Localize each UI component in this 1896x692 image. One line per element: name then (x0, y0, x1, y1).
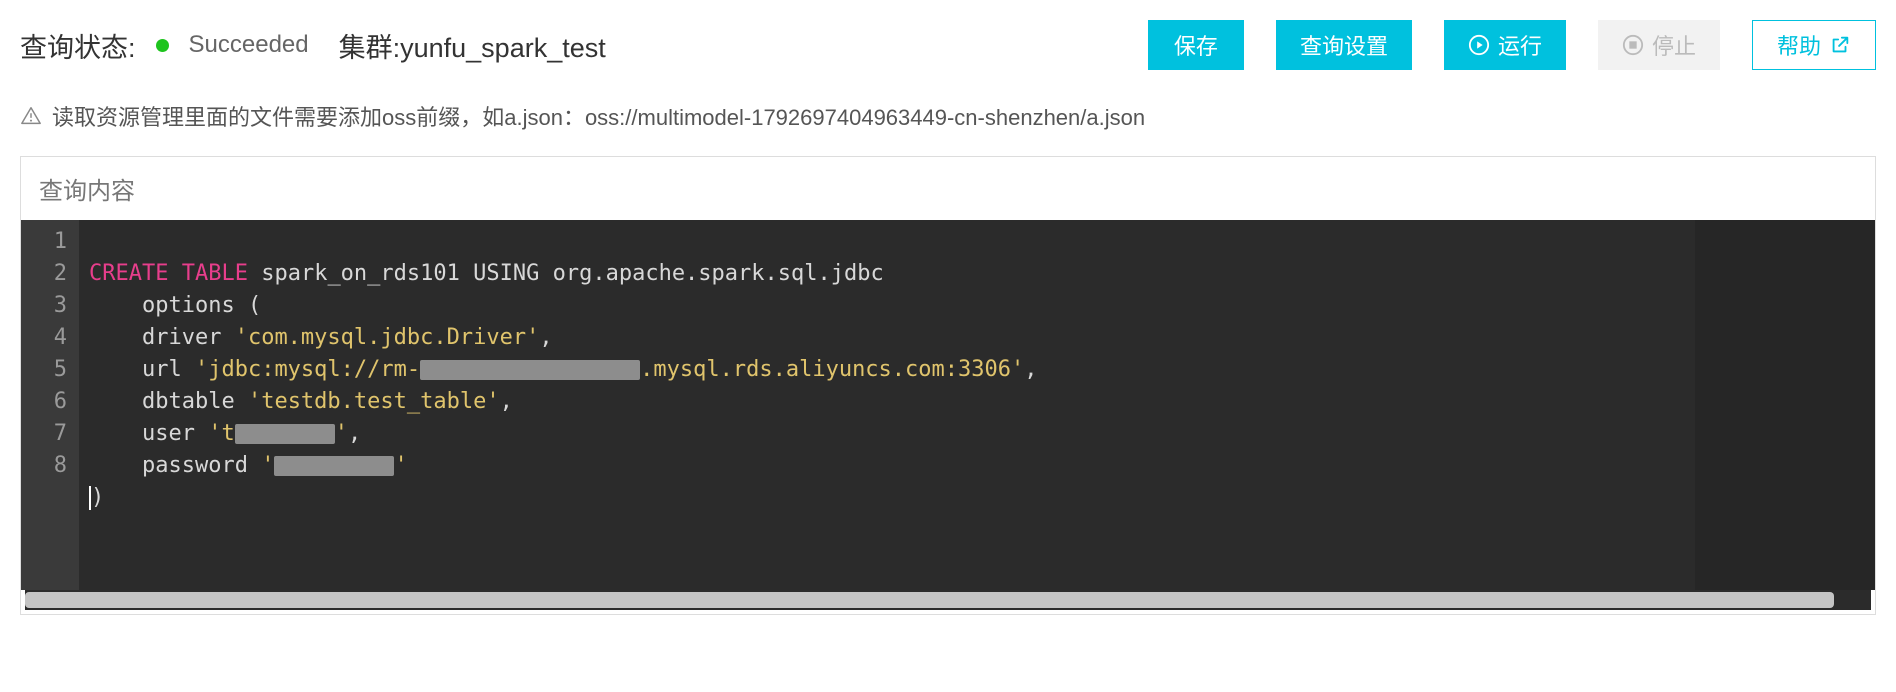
code-line: ) (89, 482, 1685, 514)
code-content[interactable]: CREATE TABLE spark_on_rds101 USING org.a… (79, 220, 1695, 590)
editor-title: 查询内容 (21, 157, 1875, 220)
stop-circle-icon (1622, 34, 1644, 56)
line-number: 4 (37, 322, 67, 354)
external-link-icon (1829, 34, 1851, 56)
line-number: 6 (37, 386, 67, 418)
run-button[interactable]: 运行 (1444, 20, 1566, 70)
cluster-label: 集群:yunfu_spark_test (339, 26, 606, 65)
code-line: options ( (89, 290, 1685, 322)
scrollbar-thumb[interactable] (25, 592, 1834, 608)
code-line: password '' (89, 450, 1685, 482)
status-label: 查询状态: (20, 26, 136, 65)
query-settings-button[interactable]: 查询设置 (1276, 20, 1412, 70)
line-number: 3 (37, 290, 67, 322)
notice-bar: 读取资源管理里面的文件需要添加oss前缀，如a.json：oss://multi… (0, 90, 1896, 156)
run-button-label: 运行 (1498, 29, 1542, 61)
help-button[interactable]: 帮助 (1752, 20, 1876, 70)
editor-panel: 查询内容 1 2 3 4 5 6 7 8 CREATE TABLE spark_… (20, 156, 1876, 615)
stop-button-label: 停止 (1652, 29, 1696, 61)
code-line: user 't', (89, 418, 1685, 450)
redacted-icon (420, 360, 640, 380)
line-number: 7 (37, 418, 67, 450)
horizontal-scrollbar[interactable] (25, 590, 1871, 610)
line-number: 8 (37, 450, 67, 482)
save-button[interactable]: 保存 (1148, 20, 1244, 70)
line-number: 5 (37, 354, 67, 386)
redacted-icon (274, 456, 394, 476)
code-line: dbtable 'testdb.test_table', (89, 386, 1685, 418)
stop-button: 停止 (1598, 20, 1720, 70)
code-line: CREATE TABLE spark_on_rds101 USING org.a… (89, 258, 1685, 290)
line-number: 2 (37, 258, 67, 290)
status-dot-icon (156, 39, 169, 52)
redacted-icon (235, 424, 335, 444)
code-line: driver 'com.mysql.jdbc.Driver', (89, 322, 1685, 354)
notice-text: 读取资源管理里面的文件需要添加oss前缀，如a.json：oss://multi… (52, 100, 1145, 132)
minimap[interactable] (1695, 220, 1875, 590)
line-number-gutter: 1 2 3 4 5 6 7 8 (21, 220, 79, 590)
save-button-label: 保存 (1174, 29, 1218, 61)
warning-triangle-icon (20, 105, 42, 127)
code-line: url 'jdbc:mysql://rm-.mysql.rds.aliyuncs… (89, 354, 1685, 386)
query-settings-button-label: 查询设置 (1300, 29, 1388, 61)
status-value: Succeeded (189, 31, 309, 59)
play-circle-icon (1468, 34, 1490, 56)
code-editor[interactable]: 1 2 3 4 5 6 7 8 CREATE TABLE spark_on_rd… (21, 220, 1875, 590)
help-button-label: 帮助 (1777, 29, 1821, 61)
line-number: 1 (37, 226, 67, 258)
header-bar: 查询状态: Succeeded 集群:yunfu_spark_test 保存 查… (0, 0, 1896, 90)
